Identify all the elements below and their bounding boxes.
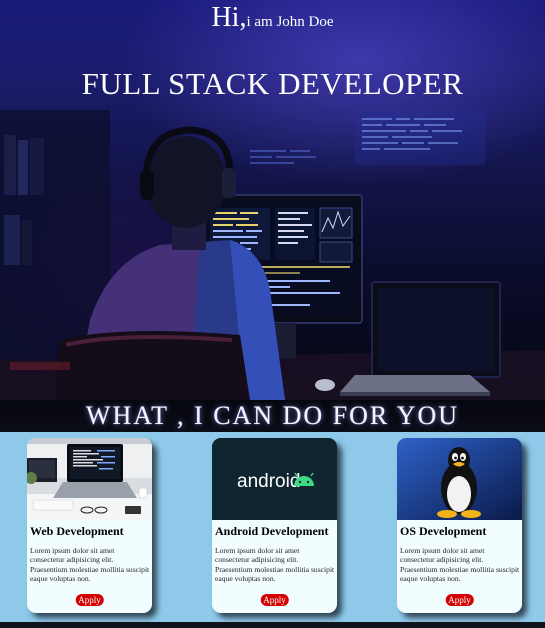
card-title: OS Development xyxy=(400,524,487,538)
linux-tux-image xyxy=(397,438,522,520)
card-title: Android Development xyxy=(215,524,329,538)
hero-banner: Hi,i am John Doe FULL STACK DEVELOPER xyxy=(0,0,545,400)
android-wordmark: android xyxy=(237,471,300,492)
service-card-web: Web Development Lorem ipsum dolor sit am… xyxy=(27,438,152,613)
greeting-hi: Hi, xyxy=(211,2,247,33)
greeting: Hi,i am John Doe xyxy=(0,2,545,34)
apply-button[interactable]: Apply xyxy=(75,594,104,606)
apply-button[interactable]: Apply xyxy=(260,594,289,606)
card-description: Lorem ipsum dolor sit amet consectetur a… xyxy=(400,546,520,584)
service-card-android: android Android Development Lorem ipsum … xyxy=(212,438,337,613)
hero-title: FULL STACK DEVELOPER xyxy=(81,66,464,101)
greeting-name: i am John Doe xyxy=(246,14,334,30)
android-logo-image: android xyxy=(212,438,337,520)
developer-at-computer-illustration xyxy=(0,110,545,400)
laptop-desk-image xyxy=(27,438,152,520)
page-footer-edge xyxy=(0,622,545,628)
card-description: Lorem ipsum dolor sit amet consectetur a… xyxy=(215,546,335,584)
card-description: Lorem ipsum dolor sit amet consectetur a… xyxy=(30,546,150,584)
service-card-os: OS Development Lorem ipsum dolor sit ame… xyxy=(397,438,522,613)
section-title: WHAT , I CAN DO FOR YOU xyxy=(85,401,460,430)
apply-button[interactable]: Apply xyxy=(445,594,474,606)
card-title: Web Development xyxy=(30,524,124,538)
section-header: WHAT , I CAN DO FOR YOU xyxy=(0,400,545,432)
